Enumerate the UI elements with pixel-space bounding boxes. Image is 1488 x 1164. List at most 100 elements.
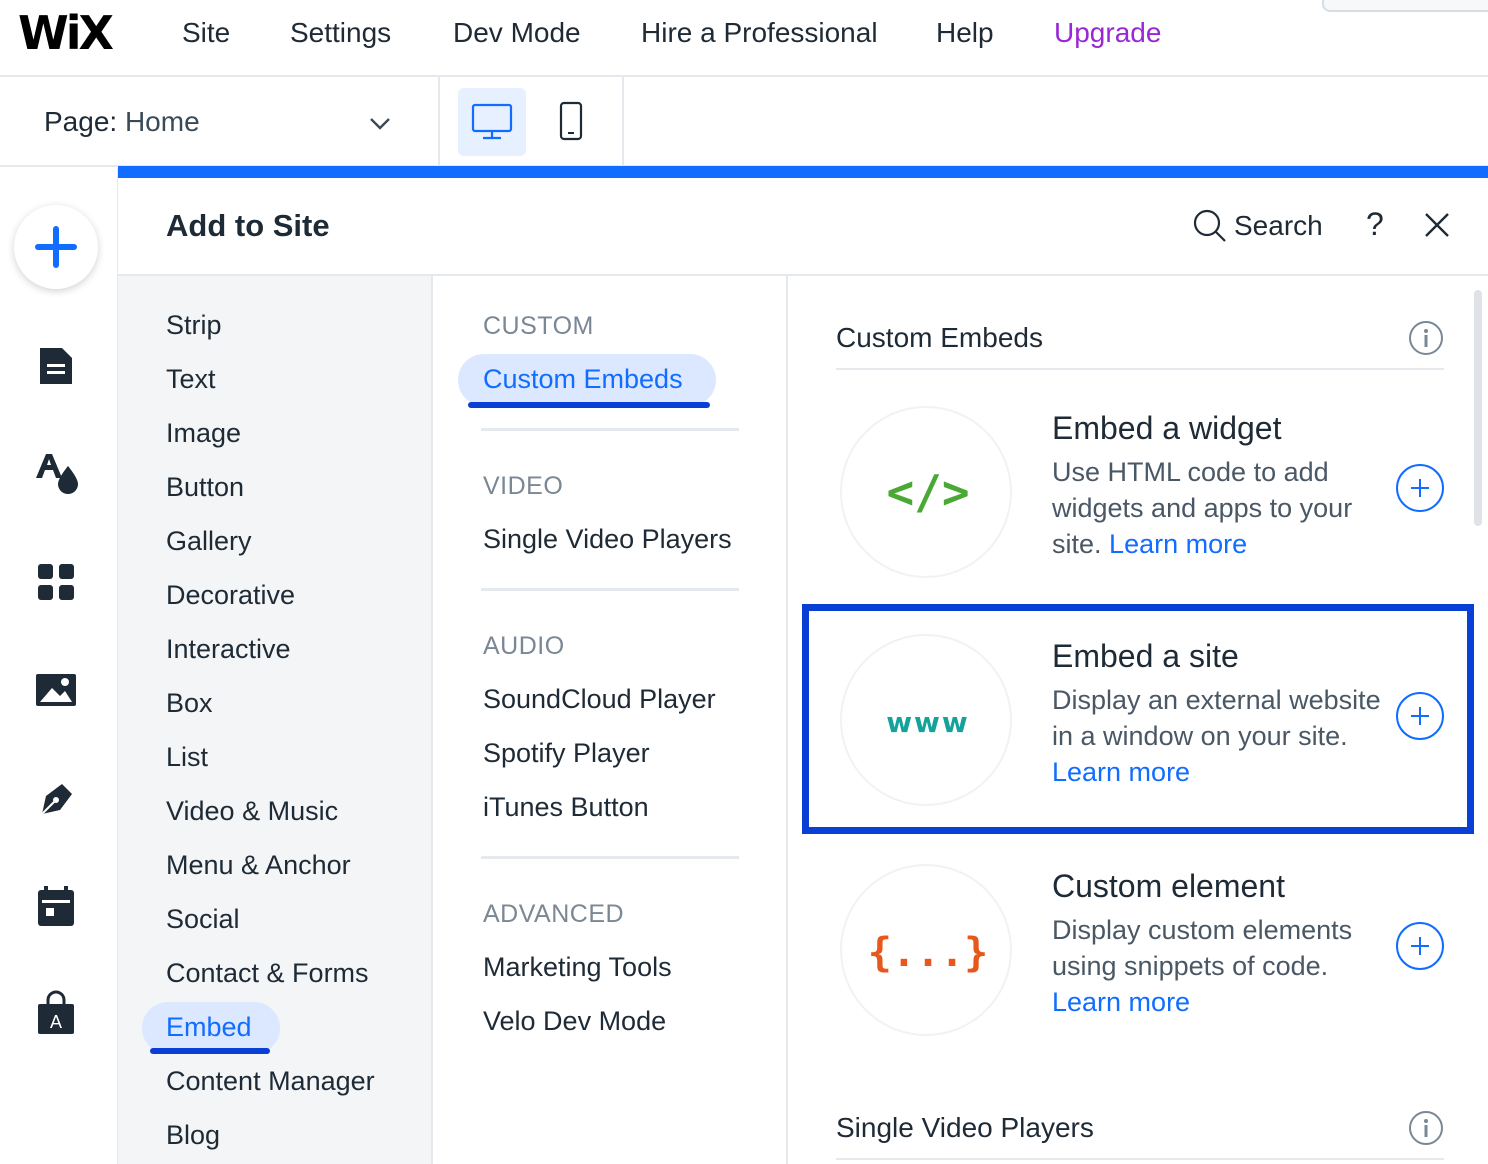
calendar-icon[interactable] (32, 882, 80, 930)
category-text[interactable]: Text (166, 364, 216, 395)
card-icon-circle: </> (840, 406, 1012, 578)
svg-text:A: A (50, 1012, 62, 1032)
card-custom-element[interactable]: {...} Custom element Display custom elem… (836, 856, 1456, 1056)
pen-icon[interactable] (32, 774, 80, 822)
top-right-tab[interactable] (1322, 0, 1488, 12)
svg-text:{...}: {...} (868, 930, 988, 976)
scrollbar[interactable] (1474, 290, 1482, 526)
nav-help[interactable]: Help (936, 17, 994, 49)
info-icon[interactable] (1408, 1110, 1444, 1146)
section-title-custom-embeds: Custom Embeds (836, 322, 1043, 353)
subheading-video: VIDEO (483, 472, 564, 500)
subcategory-soundcloud-player[interactable]: SoundCloud Player (483, 684, 716, 715)
category-box[interactable]: Box (166, 688, 213, 719)
nav-dev-mode[interactable]: Dev Mode (453, 17, 581, 49)
section-divider (836, 368, 1444, 370)
chevron-down-icon (370, 118, 390, 130)
category-image[interactable]: Image (166, 418, 241, 449)
card-description: Display custom elements using snippets o… (1052, 915, 1353, 1017)
card-embed-widget[interactable]: </> Embed a widget Use HTML code to add … (836, 398, 1456, 598)
pages-icon[interactable] (32, 342, 80, 390)
help-button[interactable]: ? (1366, 206, 1384, 243)
learn-more-link[interactable]: Learn more (1109, 529, 1247, 559)
add-widget-button[interactable] (1396, 464, 1444, 512)
subheading-audio: AUDIO (483, 632, 565, 660)
subcategory-divider (481, 428, 739, 431)
media-icon[interactable] (32, 666, 80, 714)
card-icon-circle: www (840, 634, 1012, 806)
www-icon: www (886, 706, 970, 739)
close-icon[interactable] (1424, 212, 1450, 238)
category-interactive[interactable]: Interactive (166, 634, 291, 665)
panel-header: Add to Site Search ? (118, 178, 1488, 276)
search-label: Search (1234, 210, 1323, 241)
add-custom-element-button[interactable] (1396, 922, 1444, 970)
svg-text:www: www (886, 706, 970, 739)
learn-more-link[interactable]: Learn more (1052, 757, 1190, 787)
section-title-single-video-players: Single Video Players (836, 1112, 1094, 1143)
card-title: Embed a widget (1052, 410, 1282, 446)
panel-top-strip (118, 166, 1488, 178)
card-embed-site[interactable]: www Embed a site Display an external web… (836, 626, 1456, 826)
nav-hire-professional[interactable]: Hire a Professional (641, 17, 878, 49)
learn-more-link[interactable]: Learn more (1052, 987, 1190, 1017)
mobile-view-button[interactable] (540, 88, 602, 156)
category-social[interactable]: Social (166, 904, 240, 935)
category-list[interactable]: List (166, 742, 208, 773)
add-to-site-panel: Add to Site Search ? Strip Text Image Bu… (118, 178, 1488, 1164)
subcategory-marketing-tools[interactable]: Marketing Tools (483, 952, 672, 983)
card-description: Display an external website in a window … (1052, 685, 1381, 787)
subcategory-divider (481, 588, 739, 591)
plus-icon (35, 226, 77, 268)
subcategory-single-video-players[interactable]: Single Video Players (483, 524, 732, 555)
card-title: Custom element (1052, 868, 1285, 904)
category-menu-anchor[interactable]: Menu & Anchor (166, 850, 351, 881)
wix-logo[interactable]: WiX (18, 6, 114, 60)
left-rail: A (0, 168, 118, 1164)
category-button[interactable]: Button (166, 472, 244, 503)
subcategory-spotify-player[interactable]: Spotify Player (483, 738, 650, 769)
subheading-advanced: ADVANCED (483, 900, 625, 928)
plus-icon (1411, 479, 1429, 497)
braces-icon: {...} (868, 930, 988, 976)
category-decorative[interactable]: Decorative (166, 580, 295, 611)
code-icon: </> (886, 465, 969, 519)
subcategory-itunes-button[interactable]: iTunes Button (483, 792, 649, 823)
page-value: Home (124, 106, 200, 137)
apps-icon[interactable] (32, 558, 80, 606)
add-site-button[interactable] (1396, 692, 1444, 740)
panel-title: Add to Site (166, 208, 330, 243)
page-bar: Page: Home (0, 77, 1488, 167)
content-area: Custom Embeds </> Embed a widget Use HTM… (788, 276, 1488, 1164)
card-title: Embed a site (1052, 638, 1239, 674)
category-blog[interactable]: Blog (166, 1120, 220, 1151)
subcategory-selected-underline (468, 402, 710, 408)
plus-icon (1411, 937, 1429, 955)
desktop-view-button[interactable] (458, 88, 526, 156)
page-label: Page: Home (44, 106, 200, 137)
nav-upgrade[interactable]: Upgrade (1054, 17, 1161, 49)
plus-icon (1411, 707, 1429, 725)
category-list: Strip Text Image Button Gallery Decorati… (118, 276, 433, 1164)
theme-icon[interactable] (32, 448, 80, 496)
card-description: Use HTML code to add widgets and apps to… (1052, 457, 1353, 559)
search-icon (1193, 209, 1226, 242)
category-strip[interactable]: Strip (166, 310, 222, 341)
subcategory-custom-embeds[interactable]: Custom Embeds (483, 364, 683, 395)
category-gallery[interactable]: Gallery (166, 526, 252, 557)
subheading-custom: CUSTOM (483, 312, 594, 340)
category-contact-forms[interactable]: Contact & Forms (166, 958, 369, 989)
nav-settings[interactable]: Settings (290, 17, 391, 49)
category-embed[interactable]: Embed (166, 1012, 252, 1043)
desktop-icon (471, 103, 513, 140)
store-icon[interactable]: A (32, 990, 80, 1038)
section-divider (836, 1158, 1444, 1160)
page-selector[interactable]: Page: Home (0, 77, 440, 167)
subcategory-velo-dev-mode[interactable]: Velo Dev Mode (483, 1006, 666, 1037)
category-content-manager[interactable]: Content Manager (166, 1066, 375, 1097)
add-elements-button[interactable] (14, 205, 98, 289)
top-bar: WiX Site Settings Dev Mode Hire a Profes… (0, 0, 1488, 77)
info-icon[interactable] (1408, 320, 1444, 356)
nav-site[interactable]: Site (182, 17, 230, 49)
category-video-music[interactable]: Video & Music (166, 796, 338, 827)
